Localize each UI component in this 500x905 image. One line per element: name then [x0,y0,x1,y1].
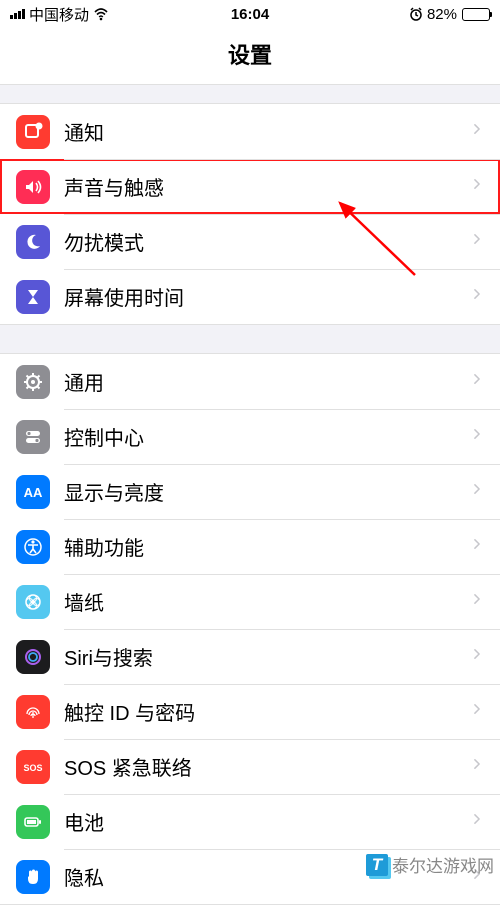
switches-icon [16,420,50,454]
gear-icon [16,365,50,399]
settings-row-siri[interactable]: Siri与搜索 [0,629,500,684]
notification-icon [16,115,50,149]
chevron-right-icon [470,119,484,145]
settings-row-touchid[interactable]: 触控 ID 与密码 [0,684,500,739]
row-label: 电池 [64,807,470,836]
watermark-text: 泰尔达游戏网 [392,852,494,877]
moon-icon [16,225,50,259]
battery-pct-label: 82% [427,6,457,23]
clock-label: 16:04 [170,6,330,23]
wallpaper-icon [16,585,50,619]
settings-row-dnd[interactable]: 勿扰模式 [0,214,500,269]
chevron-right-icon [470,369,484,395]
settings-row-general[interactable]: 通用 [0,354,500,409]
hourglass-icon [16,280,50,314]
settings-group: 通知声音与触感勿扰模式屏幕使用时间 [0,103,500,325]
battery-icon [462,8,490,21]
settings-row-control-center[interactable]: 控制中心 [0,409,500,464]
chevron-right-icon [470,229,484,255]
settings-group: 通用控制中心显示与亮度辅助功能墙纸 Siri与搜索触控 ID 与密码 SOS 紧急联… [0,353,500,905]
settings-row-notifications[interactable]: 通知 [0,104,500,159]
settings-row-wallpaper[interactable]: 墙纸 [0,574,500,629]
row-label: 屏幕使用时间 [64,282,470,311]
row-label: SOS 紧急联络 [64,752,470,781]
row-label: 显示与亮度 [64,477,470,506]
alarm-icon [408,6,424,22]
accessibility-icon [16,530,50,564]
chevron-right-icon [470,534,484,560]
chevron-right-icon [470,809,484,835]
settings-row-sos[interactable]: SOS 紧急联络 [0,739,500,794]
settings-row-screentime[interactable]: 屏幕使用时间 [0,269,500,324]
row-label: 控制中心 [64,422,470,451]
settings-row-battery[interactable]: 电池 [0,794,500,849]
wifi-icon [93,6,109,22]
row-label: 通用 [64,367,470,396]
aa-icon [16,475,50,509]
page-title: 设置 [0,28,500,85]
hand-icon [16,860,50,894]
row-label: 勿扰模式 [64,227,470,256]
watermark-badge: T [366,854,388,876]
chevron-right-icon [470,754,484,780]
settings-row-accessibility[interactable]: 辅助功能 [0,519,500,574]
settings-row-display[interactable]: 显示与亮度 [0,464,500,519]
chevron-right-icon [470,284,484,310]
row-label: 辅助功能 [64,532,470,561]
fingerprint-icon [16,695,50,729]
chevron-right-icon [470,644,484,670]
sound-icon [16,170,50,204]
row-label: Siri与搜索 [64,642,470,671]
siri-icon [16,640,50,674]
battery-icon [16,805,50,839]
settings-row-sounds[interactable]: 声音与触感 [0,159,500,214]
status-bar: 中国移动 16:04 82% [0,0,500,28]
chevron-right-icon [470,174,484,200]
carrier-label: 中国移动 [29,4,89,25]
row-label: 通知 [64,117,470,146]
chevron-right-icon [470,699,484,725]
watermark: T 泰尔达游戏网 [366,852,494,877]
chevron-right-icon [470,589,484,615]
chevron-right-icon [470,479,484,505]
signal-icon [10,9,25,19]
row-label: 触控 ID 与密码 [64,697,470,726]
chevron-right-icon [470,424,484,450]
row-label: 墙纸 [64,587,470,616]
row-label: 声音与触感 [64,172,470,201]
sos-icon [16,750,50,784]
